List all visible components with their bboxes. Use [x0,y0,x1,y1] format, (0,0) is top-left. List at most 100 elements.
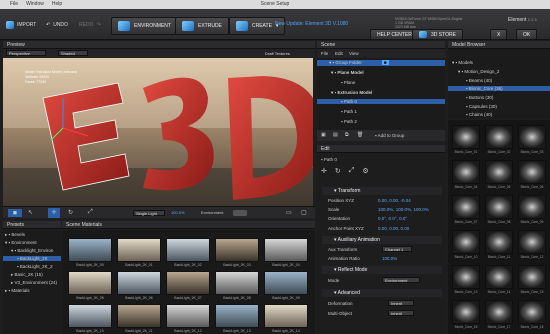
extrude-button[interactable]: EXTRUDE [175,17,229,35]
model-thumbnail[interactable] [518,195,546,219]
model-tree-capsules[interactable]: ▪ Capsules (30) [466,104,497,109]
model-thumbnail[interactable] [485,265,513,289]
move-icon[interactable]: ✛ [321,167,327,175]
material-thumbnail[interactable] [264,271,308,295]
model-thumbnail[interactable] [518,230,546,254]
close-button[interactable]: X [490,29,508,40]
model-tree-buttons[interactable]: ▪ Buttons (30) [466,95,493,100]
model-thumbnail[interactable] [452,230,480,254]
model-thumbnail[interactable] [518,265,546,289]
add-item-icon[interactable]: ▣ [321,132,326,138]
light-percent[interactable]: 100.0% [171,210,185,215]
position-field[interactable]: 0.00, 0.00, -0.04 [378,198,411,203]
camera-tool-icon[interactable]: ◼ [8,209,22,217]
model-thumbnail[interactable] [485,160,513,184]
scale-icon[interactable]: ⤢ [349,167,355,175]
shading-select[interactable]: Shaded [58,50,88,56]
deformation-select[interactable]: Inherit [388,300,414,306]
scene-menu-edit[interactable]: Edit [335,49,343,58]
model-thumbnail[interactable] [485,300,513,324]
material-thumbnail[interactable] [68,304,112,328]
transform-section[interactable]: ▾ Transform [322,187,442,195]
duplicate-icon[interactable]: ⧉ [345,132,349,138]
model-thumbnail[interactable] [452,160,480,184]
scene-path-1[interactable]: ▪ Path 1 [341,109,357,114]
scene-plane[interactable]: ▪ Plane [341,80,355,85]
environment-button[interactable]: ENVIRONMENT [111,17,178,35]
scene-menu-file[interactable]: File [321,49,328,58]
preset-bevels[interactable]: ▸ ▪ Bevels [5,232,25,238]
environment-toggle[interactable] [233,210,247,216]
preset-backlight-env[interactable]: ▾ ▪ Backlight_Environ [11,248,53,254]
mode-select[interactable]: Environment [382,277,420,283]
model-thumbnail[interactable] [485,195,513,219]
model-tree-motion-design[interactable]: ▾ ▪ Motion_Design_2 [458,69,499,75]
reflect-mode-section[interactable]: ▾ Reflect Mode [322,266,442,274]
preview-viewport[interactable]: Model: Extrusion Model, extruded Vertice… [3,58,313,206]
undo-button[interactable]: ↶ UNDO [42,18,72,32]
advanced-section[interactable]: ▾ Advanced [322,289,442,297]
add-to-group-button[interactable]: ▪ Add to Group [375,133,404,138]
model-thumbnail[interactable] [452,125,480,149]
scene-menu-view[interactable]: View [349,49,359,58]
import-button[interactable]: IMPORT [2,18,40,32]
aux-transform-select[interactable]: Channel 1 [382,246,412,252]
material-thumbnail[interactable] [264,238,308,262]
scene-path-0[interactable]: ▪ Path 0 [317,99,445,104]
model-tree-chains[interactable]: ▪ Chains (40) [466,112,492,117]
orientation-field[interactable]: 0.0°, 0.0°, 0.0° [378,216,407,221]
3d-store-button[interactable]: 3D STORE [412,29,463,40]
ok-button[interactable]: OK [516,29,538,40]
material-thumbnail[interactable] [166,271,210,295]
model-thumbnail[interactable] [452,300,480,324]
model-thumbnail[interactable] [518,125,546,149]
model-thumbnail[interactable] [485,125,513,149]
model-thumbnail[interactable] [452,265,480,289]
material-thumbnail[interactable] [215,238,259,262]
aux-animation-section[interactable]: ▾ Auxiliary Animation [322,236,442,244]
model-tree-beams[interactable]: ▪ Beams (40) [466,78,492,83]
gear-icon[interactable]: ⚙ [362,167,368,175]
rotate-tool-icon[interactable]: ↻ [68,209,73,216]
model-tree-bionic-core[interactable]: ▪ Bionic_Core (36) [448,86,550,91]
fullscreen-icon[interactable]: ▢ [301,209,307,216]
draft-textures-toggle[interactable]: Draft Textures [265,51,290,56]
camera-select[interactable]: Perspective [6,50,46,56]
model-tree-models[interactable]: ▾ ▪ Models [452,60,473,66]
scene-extrusion-model[interactable]: ▾ ▪ Extrusion Model [331,90,372,96]
scene-group-folder[interactable]: ▾ ▪ Group Folder ■ [317,60,445,66]
folder-icon[interactable]: ▤ [333,132,338,138]
preset-basic-2k[interactable]: ▸ Basic_2K (15) [11,272,43,278]
anim-ratio-field[interactable]: 100.0% [382,256,397,261]
model-thumbnail[interactable] [518,300,546,324]
material-thumbnail[interactable] [166,238,210,262]
select-tool-icon[interactable]: ↖ [28,209,33,216]
preset-v3-environment[interactable]: ▸ V3_Environment (24) [11,280,57,286]
trash-icon[interactable]: 🗑 [357,132,363,138]
new-update-link[interactable]: New Update: Element 3D V.1080 [275,21,348,27]
scene-plane-model[interactable]: ▾ ▪ Plane Model [331,70,364,76]
menu-file[interactable]: File [10,0,18,9]
material-thumbnail[interactable] [166,304,210,328]
material-thumbnail[interactable] [68,271,112,295]
model-thumbnail[interactable] [452,195,480,219]
monitor-icon[interactable]: ▭ [286,209,292,216]
material-thumbnail[interactable] [215,271,259,295]
material-thumbnail[interactable] [117,238,161,262]
scale-tool-icon[interactable]: ⤢ [88,209,93,216]
preset-backlight-2k-2[interactable]: ▪ BackLight_2K_2 [17,264,53,269]
material-thumbnail[interactable] [117,271,161,295]
material-thumbnail[interactable] [215,304,259,328]
multi-object-select[interactable]: Inherit [388,310,414,316]
preset-environment[interactable]: ▾ ▪ Environment [5,240,37,246]
scale-field[interactable]: 100.0%, 100.0%, 100.0% [378,207,429,212]
material-thumbnail[interactable] [117,304,161,328]
preset-backlight-2k[interactable]: ▪ BackLight_2K [3,256,61,261]
menu-window[interactable]: Window [26,0,44,9]
redo-button[interactable]: REDO ↷ [75,18,105,32]
material-thumbnail[interactable] [264,304,308,328]
model-thumbnail[interactable] [485,230,513,254]
preset-materials[interactable]: ▸ ▪ Materials [5,288,30,294]
move-tool-icon[interactable]: ✛ [48,208,60,218]
anchor-field[interactable]: 0.00, 0.00, 0.00 [378,226,409,231]
